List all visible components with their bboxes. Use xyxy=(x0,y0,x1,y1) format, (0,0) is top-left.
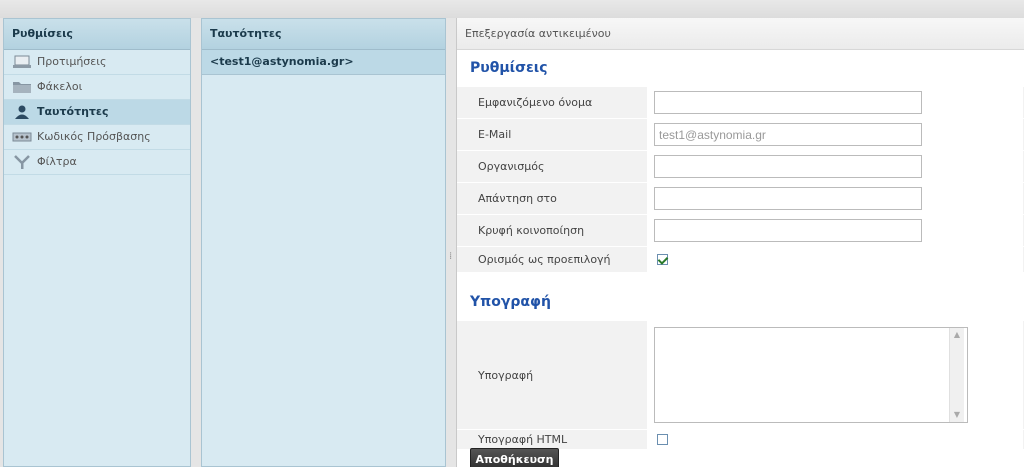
identity-list-item[interactable]: <test1@astynomia.gr> xyxy=(202,50,445,75)
nav-item-preferences[interactable]: Προτιμήσεις xyxy=(4,50,190,75)
top-strip xyxy=(0,0,1024,18)
reply-to-label: Απάντηση στο xyxy=(478,192,557,205)
email-input[interactable] xyxy=(654,123,922,146)
identities-panel-title: Ταυτότητες xyxy=(202,19,445,50)
save-button[interactable]: Αποθήκευση xyxy=(470,448,559,467)
identities-panel: Ταυτότητες <test1@astynomia.gr> xyxy=(201,18,446,467)
settings-section-title: Ρυθμίσεις xyxy=(470,60,548,76)
user-icon xyxy=(15,105,29,119)
signature-section-title: Υπογραφή xyxy=(470,294,551,310)
edit-item-frame: Επεξεργασία αντικειμένου Ρυθμίσεις Εμφαν… xyxy=(456,18,1024,467)
nav-item-password[interactable]: Κωδικός Πρόσβασης xyxy=(4,125,190,150)
organization-row: Οργανισμός xyxy=(457,151,1024,183)
nav-item-identities[interactable]: Ταυτότητες xyxy=(4,100,190,125)
display-name-row: Εμφανιζόμενο όνομα xyxy=(457,87,1024,119)
signature-label: Υπογραφή xyxy=(478,368,534,382)
bcc-label: Κρυφή κοινοποίηση xyxy=(478,224,585,237)
settings-panel: Ρυθμίσεις Προτιμήσεις Φάκελοι Ταυτότητες… xyxy=(3,18,191,467)
nav-item-folders[interactable]: Φάκελοι xyxy=(4,75,190,100)
scroll-down-arrow-icon[interactable]: ▼ xyxy=(952,410,962,420)
nav-item-label: Προτιμήσεις xyxy=(37,55,107,68)
html-signature-row: Υπογραφή HTML xyxy=(457,430,1024,450)
panel-splitter-handle[interactable]: ⁞ xyxy=(449,252,453,270)
set-default-row: Ορισμός ως προεπιλογή xyxy=(457,247,1024,273)
nav-item-label: Φίλτρα xyxy=(37,155,77,168)
nav-item-label: Ταυτότητες xyxy=(37,105,109,118)
html-signature-label: Υπογραφή HTML xyxy=(478,433,568,446)
folder-icon xyxy=(13,82,31,93)
email-row: E-Mail xyxy=(457,119,1024,151)
signature-textarea[interactable] xyxy=(654,327,968,423)
organization-input[interactable] xyxy=(654,155,922,178)
display-name-label: Εμφανιζόμενο όνομα xyxy=(478,96,593,109)
nav-item-label: Κωδικός Πρόσβασης xyxy=(37,130,151,143)
password-icon xyxy=(12,132,32,142)
display-name-input[interactable] xyxy=(654,91,922,114)
signature-scrollbar[interactable]: ▲ ▼ xyxy=(949,328,964,422)
reply-to-input[interactable] xyxy=(654,187,922,210)
scroll-up-arrow-icon[interactable]: ▲ xyxy=(952,330,962,340)
edit-frame-title: Επεξεργασία αντικειμένου xyxy=(457,18,1024,50)
bcc-row: Κρυφή κοινοποίηση xyxy=(457,215,1024,247)
reply-to-row: Απάντηση στο xyxy=(457,183,1024,215)
email-label: E-Mail xyxy=(478,128,512,141)
set-default-label: Ορισμός ως προεπιλογή xyxy=(478,253,611,266)
settings-panel-title: Ρυθμίσεις xyxy=(4,19,190,50)
laptop-icon xyxy=(13,55,31,68)
html-signature-checkbox[interactable] xyxy=(657,434,668,445)
bcc-input[interactable] xyxy=(654,219,922,242)
signature-row: Υπογραφή ▲ ▼ xyxy=(457,321,1024,430)
organization-label: Οργανισμός xyxy=(478,160,545,173)
filter-icon xyxy=(14,155,30,169)
nav-item-label: Φάκελοι xyxy=(37,80,83,93)
set-default-checkbox[interactable] xyxy=(657,254,668,265)
nav-item-filters[interactable]: Φίλτρα xyxy=(4,150,190,175)
